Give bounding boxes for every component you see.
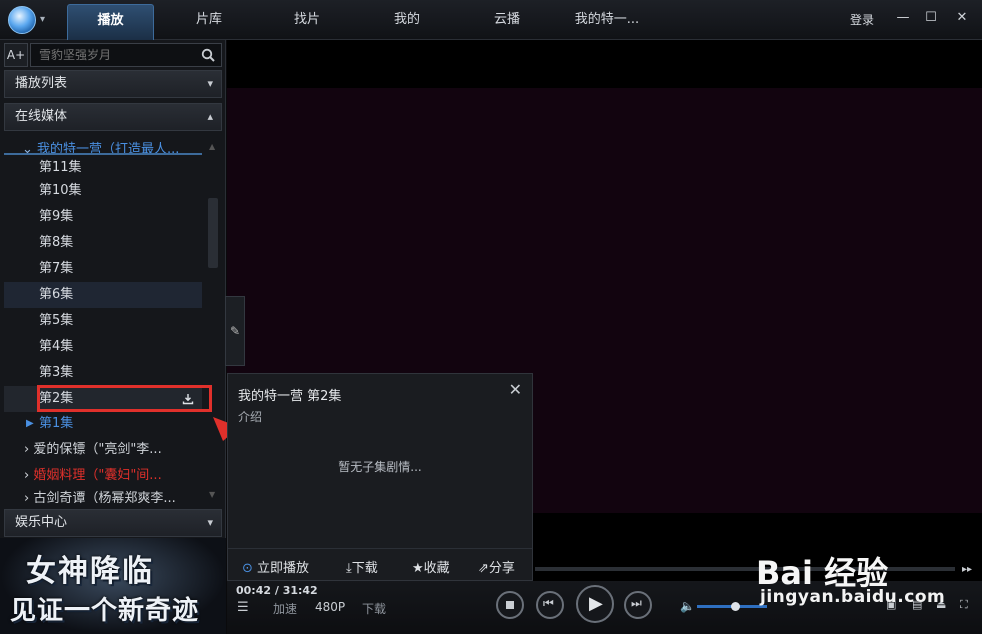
share-label: 分享: [488, 561, 515, 576]
fullscreen-icon[interactable]: ⛶: [960, 598, 968, 612]
stop-icon: [506, 601, 514, 609]
previous-button[interactable]: ⏮: [536, 591, 564, 619]
section-playlist[interactable]: 播放列表 ▾: [4, 70, 222, 98]
tab-play[interactable]: 播放: [67, 4, 154, 40]
quality-button[interactable]: 480P: [315, 600, 345, 614]
app-logo[interactable]: [8, 6, 36, 34]
popup-empty-text: 暂无子集剧情...: [338, 460, 422, 474]
chevron-right-icon: ›: [24, 442, 34, 457]
tree-show-title: 爱的保镖（"亮剑"李...: [33, 442, 162, 457]
banner-line2: 见证一个新奇迹: [10, 596, 200, 626]
tree-show-title: 古剑奇谭（杨幂郑爽李...: [33, 491, 176, 503]
search-row: A+: [4, 43, 222, 67]
search-box: [30, 43, 222, 67]
maximize-icon[interactable]: ☐: [921, 8, 941, 28]
volume-icon[interactable]: 🔈: [680, 599, 695, 613]
tab-library[interactable]: 片库: [176, 4, 242, 40]
promo-banner[interactable]: 女神降临 见证一个新奇迹: [0, 538, 226, 634]
share-icon: ⇗: [478, 561, 489, 576]
chevron-down-icon: ▾: [207, 516, 213, 529]
section-entertainment[interactable]: 娱乐中心 ▾: [4, 509, 222, 537]
section-playlist-label: 播放列表: [15, 76, 68, 91]
favorite-button[interactable]: ★收藏: [412, 557, 450, 576]
tab-cloud[interactable]: 云播: [474, 4, 540, 40]
chevron-down-icon: ▾: [207, 77, 213, 90]
play-now-button[interactable]: ⊙ 立即播放: [242, 557, 309, 576]
share-button[interactable]: ⇗分享: [478, 557, 515, 576]
tree-show[interactable]: › 爱的保镖（"亮剑"李...: [24, 437, 162, 463]
stop-button[interactable]: [496, 591, 524, 619]
login-link[interactable]: 登录: [850, 11, 874, 28]
play-icon: ▶: [589, 593, 603, 614]
list-item[interactable]: 第9集: [4, 204, 202, 230]
search-icon[interactable]: [201, 48, 215, 62]
time-display: 00:42 / 31:42: [236, 584, 318, 597]
font-size-button[interactable]: A+: [4, 43, 28, 67]
volume-knob[interactable]: [731, 602, 740, 611]
star-icon: ★: [412, 561, 424, 576]
list-item[interactable]: 第5集: [4, 308, 202, 334]
scroll-up-icon[interactable]: ▲: [209, 142, 215, 151]
section-online-media[interactable]: 在线媒体 ▴: [4, 103, 222, 131]
play-now-label: 立即播放: [257, 561, 310, 576]
popup-title: 我的特一营 第2集: [238, 389, 342, 404]
list-item[interactable]: 第3集: [4, 360, 202, 386]
seek-bar[interactable]: [535, 567, 955, 571]
next-icon: ⏭: [631, 596, 642, 610]
popup-actions: ⊙ 立即播放 ⤓下载 ★收藏 ⇗分享: [228, 548, 532, 580]
chevron-right-icon: ›: [24, 491, 34, 503]
tree-show[interactable]: › 婚姻料理（"囊妇"间...: [24, 463, 162, 489]
list-item[interactable]: 第4集: [4, 334, 202, 360]
list-item[interactable]: 第7集: [4, 256, 202, 282]
tab-current-show[interactable]: 我的特一...: [562, 4, 652, 40]
pin-icon[interactable]: ✎: [225, 296, 245, 366]
tree-show-title: 婚姻料理（"囊妇"间...: [33, 468, 162, 483]
tab-find[interactable]: 找片: [274, 4, 340, 40]
play-button[interactable]: ▶: [576, 585, 614, 623]
banner-line1: 女神降临: [26, 554, 154, 589]
list-item[interactable]: 第11集: [4, 153, 202, 179]
next-button[interactable]: ⏭: [624, 591, 652, 619]
playlist-icon[interactable]: ☰: [237, 600, 249, 615]
section-entertainment-label: 娱乐中心: [15, 515, 68, 530]
popup-subtitle: 介绍: [238, 410, 263, 424]
episode-label: 第1集: [39, 416, 74, 431]
list-item[interactable]: 第8集: [4, 230, 202, 256]
fast-forward-icon[interactable]: ▸▸: [962, 564, 972, 575]
download-control-button[interactable]: 下载: [362, 600, 386, 617]
close-icon[interactable]: ✕: [509, 380, 522, 399]
chevron-up-icon: ▴: [207, 110, 213, 123]
previous-icon: ⏮: [543, 596, 554, 610]
tree-scrollbar-thumb[interactable]: [208, 198, 218, 268]
favorite-label: 收藏: [423, 561, 450, 576]
list-item[interactable]: 第6集: [4, 282, 202, 308]
tab-mine[interactable]: 我的: [374, 4, 440, 40]
episode-info-popup: 我的特一营 第2集 介绍 ✕ 暂无子集剧情... ⊙ 立即播放 ⤓下载 ★收藏 …: [227, 373, 533, 581]
top-bar: ▾ 播放 片库 找片 我的 云播 我的特一... 登录 — ☐ ✕: [0, 0, 982, 40]
search-input[interactable]: [37, 46, 197, 64]
minimize-icon[interactable]: —: [893, 8, 913, 28]
watermark-url: jingyan.baidu.com: [760, 587, 946, 607]
section-online-media-label: 在线媒体: [15, 109, 68, 124]
play-indicator-icon: ▶: [26, 418, 34, 429]
speed-button[interactable]: 加速: [273, 600, 297, 617]
annotation-highlight-box: [37, 385, 212, 412]
close-icon[interactable]: ✕: [952, 8, 972, 28]
download-label: 下载: [351, 561, 378, 576]
download-button[interactable]: ⤓下载: [346, 557, 378, 576]
play-circle-icon: ⊙: [242, 561, 258, 576]
list-item[interactable]: 第10集: [4, 178, 202, 204]
tree-show[interactable]: › 古剑奇谭（杨幂郑爽李...: [24, 489, 176, 503]
logo-menu-caret-icon[interactable]: ▾: [40, 14, 45, 25]
chevron-right-icon: ›: [24, 468, 34, 483]
